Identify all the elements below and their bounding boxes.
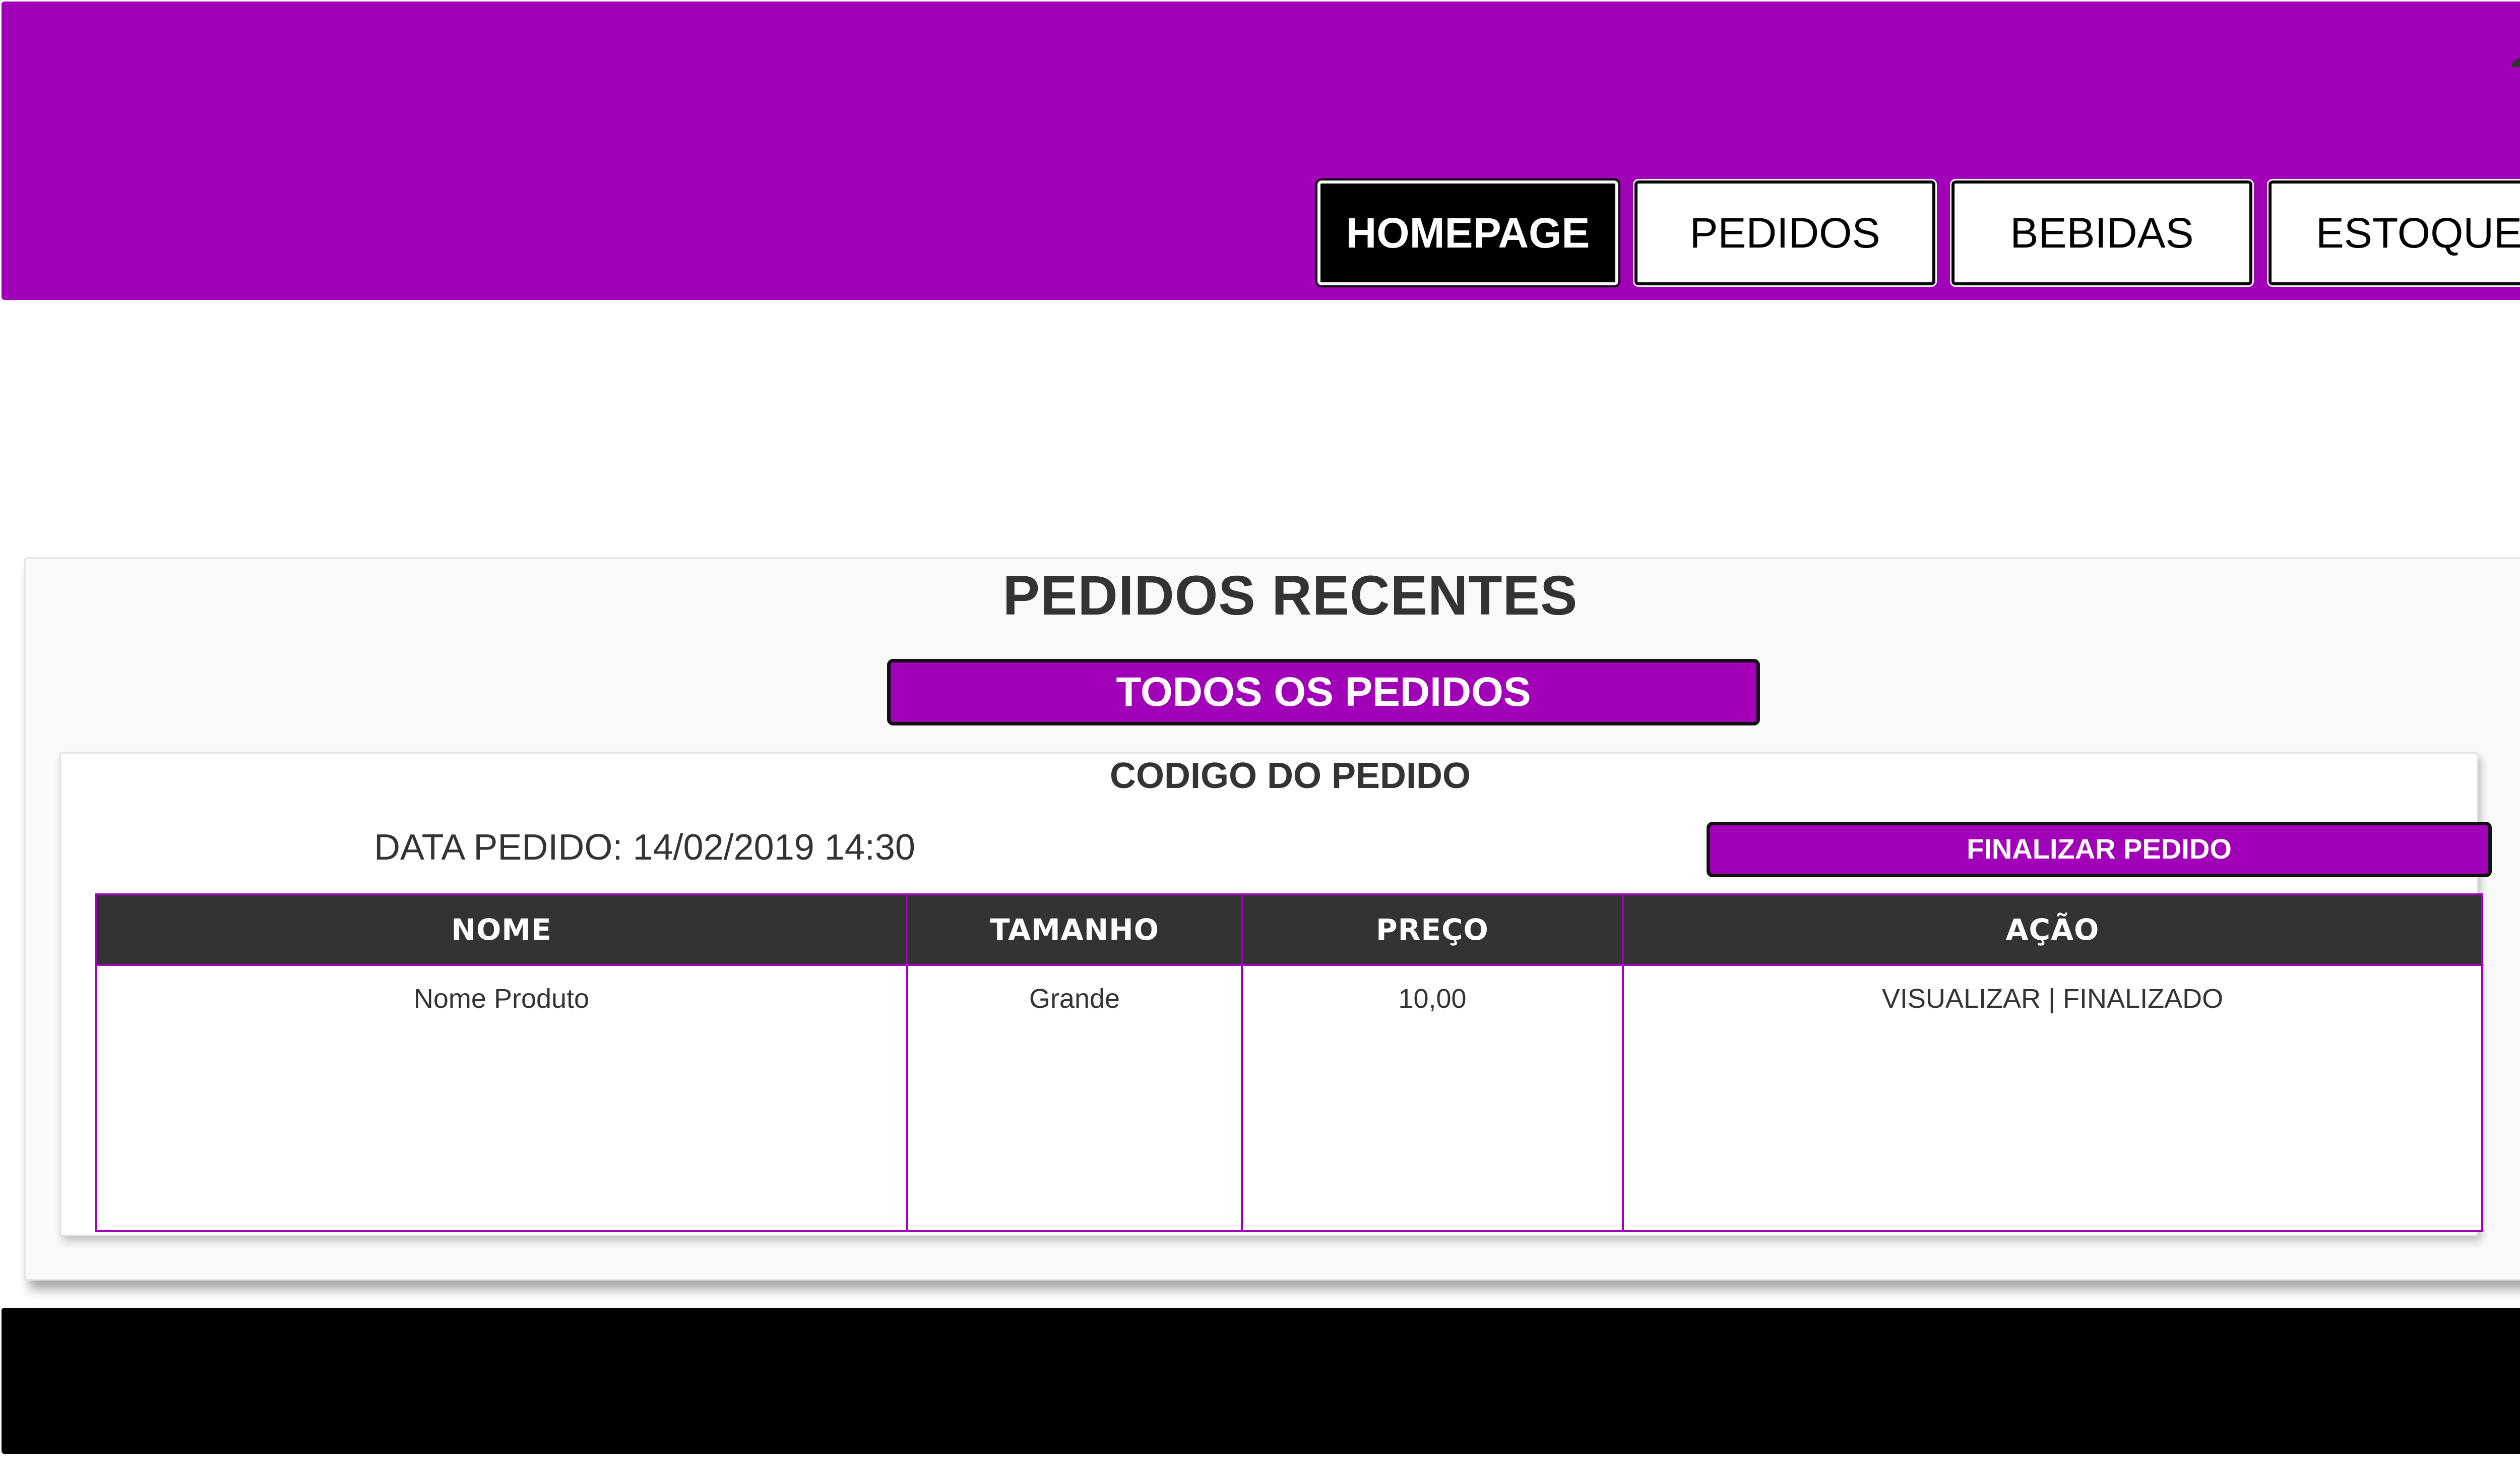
page-title: PEDIDOS RECENTES [1002, 565, 1578, 627]
finish-order-button[interactable]: FINALIZAR PEDIDO [1707, 822, 2492, 877]
view-link[interactable]: VISUALIZAR [1882, 984, 2041, 1014]
main-nav: HOMEPAGE PEDIDOS BEBIDAS ESTOQUE [1315, 178, 2520, 288]
order-date: DATA PEDIDO: 14/02/2019 14:30 [374, 827, 915, 868]
cell-tamanho: Grande [906, 964, 1243, 1232]
cell-acao: VISUALIZAR | FINALIZADO [1622, 964, 2483, 1232]
order-date-value: 14/02/2019 14:30 [633, 827, 915, 868]
column-header-acao: AÇÃO [1622, 893, 2483, 966]
nav-pedidos[interactable]: PEDIDOS [1633, 179, 1937, 287]
order-date-label: DATA PEDIDO: [374, 827, 623, 868]
action-separator: | [2048, 984, 2056, 1014]
all-orders-button[interactable]: TODOS OS PEDIDOS [887, 659, 1760, 725]
table-header-row: NOME TAMANHO PREÇO AÇÃO [95, 893, 2483, 966]
nav-homepage[interactable]: HOMEPAGE [1315, 178, 1620, 287]
cell-preco: 10,00 [1241, 964, 1624, 1232]
column-header-tamanho: TAMANHO [906, 893, 1243, 966]
page-footer [2, 1308, 2520, 1454]
column-header-nome: NOME [95, 893, 908, 966]
table-row: Nome Produto Grande 10,00 VISUALIZAR | F… [95, 964, 2483, 1232]
finished-link[interactable]: FINALIZADO [2063, 984, 2223, 1014]
user-account-icon-graphic [2511, 57, 2520, 67]
order-items-table: NOME TAMANHO PREÇO AÇÃO Nome Produto Gra… [95, 893, 2483, 1232]
user-account-icon[interactable] [2507, 18, 2520, 81]
column-header-preco: PREÇO [1241, 893, 1624, 966]
nav-bebidas[interactable]: BEBIDAS [1950, 179, 2254, 287]
cell-nome: Nome Produto [95, 964, 908, 1232]
nav-estoque[interactable]: ESTOQUE [2267, 179, 2520, 287]
order-code-label: CODIGO DO PEDIDO [1109, 756, 1471, 796]
